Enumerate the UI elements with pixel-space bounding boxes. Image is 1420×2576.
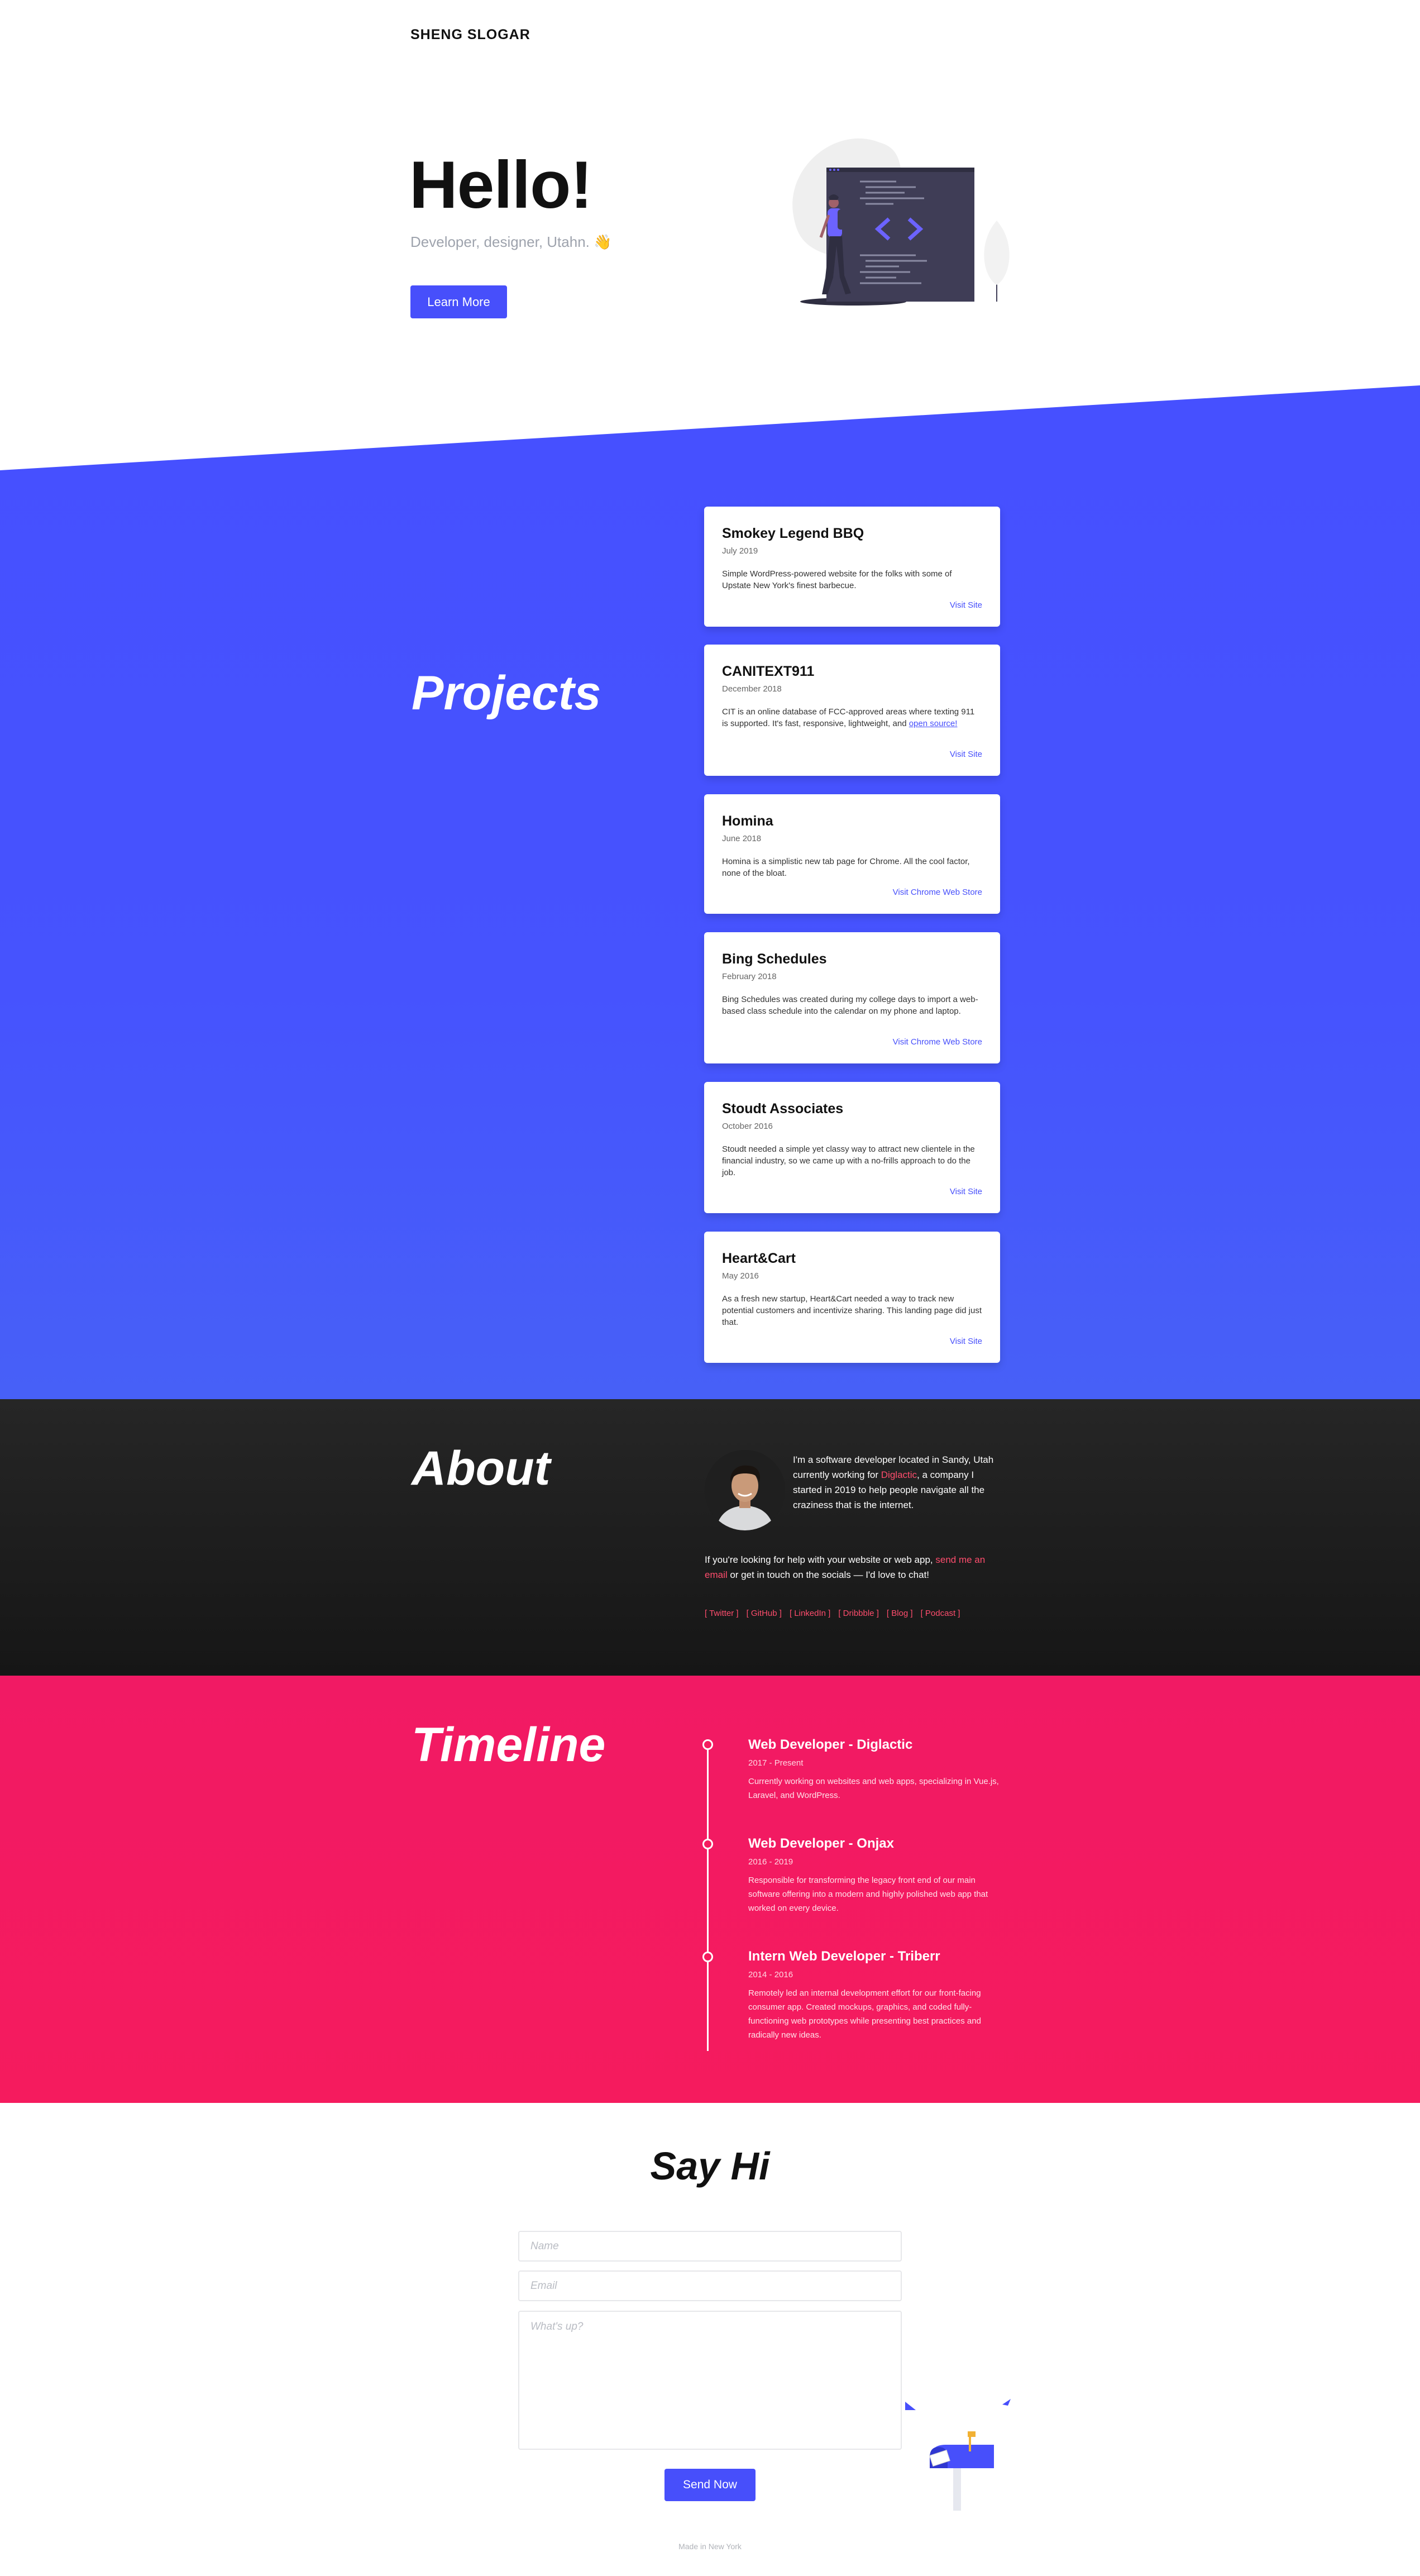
learn-more-button[interactable]: Learn More [410,285,507,318]
twitter-link[interactable]: [ Twitter ] [705,1609,739,1618]
project-name: Smokey Legend BBQ [722,526,864,541]
project-name: Bing Schedules [722,951,827,967]
send-button[interactable]: Send Now [664,2469,756,2501]
timeline-item: Intern Web Developer - Triberr 2014 - 20… [748,1949,1000,2042]
message-field[interactable] [518,2311,902,2450]
timeline-line [707,1742,709,2051]
timeline-description: Remotely led an internal development eff… [748,1988,981,2040]
timeline-item: Web Developer - Diglactic 2017 - Present… [748,1737,1000,1802]
contact-title: Say Hi [650,2144,770,2188]
project-description: Simple WordPress-powered website for the… [722,569,952,590]
project-card: Heart&Cart May 2016 As a fresh new start… [704,1232,1000,1363]
diglactic-link[interactable]: Diglactic [881,1470,917,1480]
mailbox-illustration [905,2399,1011,2511]
timeline-years: 2017 - Present [748,1758,804,1768]
project-date: May 2016 [722,1271,759,1281]
project-card: Smokey Legend BBQ July 2019 Simple WordP… [704,507,1000,627]
timeline-dot [702,1739,713,1750]
social-links: [ Twitter ] [ GitHub ] [ LinkedIn ] [ Dr… [705,1609,960,1618]
developer-illustration [792,138,1010,306]
github-link[interactable]: [ GitHub ] [747,1609,782,1618]
footer-text: Made in New York [678,2542,742,2551]
project-description: Homina is a simplistic new tab page for … [722,857,970,878]
email-field[interactable] [518,2270,902,2301]
project-date: July 2019 [722,546,758,556]
timeline-role: Intern Web Developer - Triberr [748,1949,940,1964]
about-contact-text: If you're looking for help with your web… [705,1554,986,1580]
open-source-link[interactable]: open source! [909,719,958,728]
blog-link[interactable]: [ Blog ] [887,1609,913,1618]
timeline-years: 2014 - 2016 [748,1970,793,1979]
visit-chrome-store-link[interactable]: Visit Chrome Web Store [893,888,982,897]
project-name: CANITEXT911 [722,664,815,679]
timeline-years: 2016 - 2019 [748,1857,793,1867]
visit-site-link[interactable]: Visit Site [950,750,982,759]
linkedin-link[interactable]: [ LinkedIn ] [790,1609,830,1618]
project-date: June 2018 [722,834,762,843]
about-title: About [412,1442,551,1495]
project-date: December 2018 [722,684,782,694]
timeline-title: Timeline [412,1718,606,1772]
timeline-dot [702,1839,713,1849]
about-section [0,1399,1420,1676]
hero-subtitle: Developer, designer, Utahn. 👋 [410,233,612,250]
project-name: Heart&Cart [722,1251,796,1266]
timeline-dot [702,1952,713,1962]
dribbble-link[interactable]: [ Dribbble ] [838,1609,879,1618]
project-description: CIT is an online database of FCC-approve… [722,707,975,728]
visit-chrome-store-link[interactable]: Visit Chrome Web Store [893,1037,982,1047]
project-name: Homina [722,813,773,829]
visit-site-link[interactable]: Visit Site [950,1337,982,1346]
project-description: Bing Schedules was created during my col… [722,995,978,1016]
timeline-description: Responsible for transforming the legacy … [748,1876,988,1913]
project-card: Homina June 2018 Homina is a simplistic … [704,794,1000,914]
project-description: As a fresh new startup, Heart&Cart neede… [722,1294,982,1327]
avatar [705,1450,785,1530]
visit-site-link[interactable]: Visit Site [950,1187,982,1196]
project-name: Stoudt Associates [722,1101,844,1117]
timeline-role: Web Developer - Diglactic [748,1737,913,1752]
project-card: Stoudt Associates October 2016 Stoudt ne… [704,1082,1000,1213]
project-card: Bing Schedules February 2018 Bing Schedu… [704,932,1000,1063]
about-intro: I'm a software developer located in Sand… [793,1454,994,1510]
visit-site-link[interactable]: Visit Site [950,600,982,610]
projects-title: Projects [412,666,601,720]
podcast-link[interactable]: [ Podcast ] [921,1609,960,1618]
project-description: Stoudt needed a simple yet classy way to… [722,1144,975,1177]
timeline-description: Currently working on websites and web ap… [748,1777,999,1800]
hero-title: Hello! [409,147,592,222]
timeline-role: Web Developer - Onjax [748,1836,894,1851]
site-brand[interactable]: SHENG SLOGAR [410,27,530,43]
timeline-item: Web Developer - Onjax 2016 - 2019 Respon… [748,1836,1000,1915]
project-date: October 2016 [722,1122,773,1131]
name-field[interactable] [518,2231,902,2262]
project-date: February 2018 [722,972,777,981]
project-card: CANITEXT911 December 2018 CIT is an onli… [704,645,1000,776]
